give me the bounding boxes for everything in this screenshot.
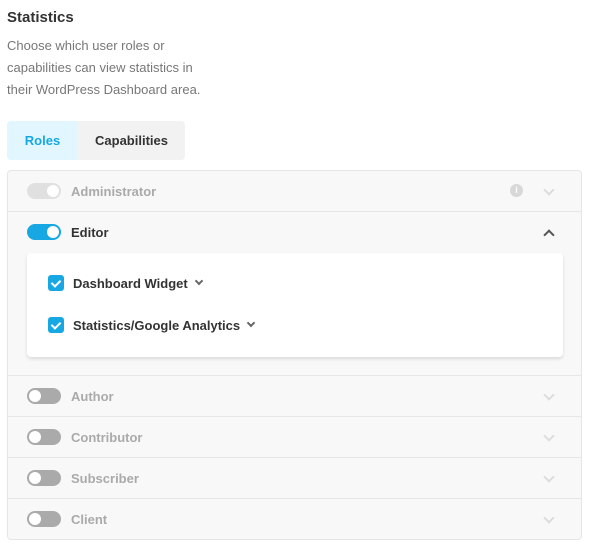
chevron-down-icon[interactable] (194, 276, 203, 286)
capability-label: Statistics/Google Analytics (73, 317, 241, 333)
capability-dashboard-widget[interactable]: Dashboard Widget (48, 275, 203, 291)
role-label: Subscriber (71, 471, 139, 486)
role-row-administrator[interactable]: Administrator i (8, 171, 581, 212)
editor-capabilities-box: Dashboard Widget Statistics/Google Analy… (27, 253, 563, 357)
author-toggle[interactable] (27, 388, 61, 404)
toggle-knob (29, 513, 41, 525)
contributor-toggle[interactable] (27, 429, 61, 445)
chevron-down-icon[interactable] (543, 512, 555, 524)
toggle-knob (29, 390, 41, 402)
role-row-client[interactable]: Client (8, 499, 581, 539)
role-row-subscriber[interactable]: Subscriber (8, 458, 581, 499)
subscriber-toggle[interactable] (27, 470, 61, 486)
chevron-down-icon[interactable] (543, 471, 555, 483)
tab-roles[interactable]: Roles (7, 121, 78, 160)
role-label: Client (71, 512, 108, 527)
chevron-down-icon[interactable] (246, 318, 256, 328)
role-label: Author (71, 389, 114, 404)
chevron-down-icon[interactable] (543, 389, 555, 401)
toggle-knob (47, 185, 59, 197)
role-row-contributor[interactable]: Contributor (8, 417, 581, 458)
tab-capabilities[interactable]: Capabilities (78, 121, 185, 160)
checkbox-dashboard-widget[interactable] (48, 275, 64, 291)
role-row-author[interactable]: Author (8, 376, 581, 417)
role-label: Administrator (71, 184, 157, 199)
checkbox-statistics-google-analytics[interactable] (48, 317, 64, 333)
chevron-down-icon[interactable] (543, 430, 555, 442)
capability-statistics-google-analytics[interactable]: Statistics/Google Analytics (48, 317, 256, 333)
toggle-knob (29, 431, 41, 443)
client-toggle[interactable] (27, 511, 61, 527)
capability-label: Dashboard Widget (73, 275, 188, 291)
editor-expanded-area: Dashboard Widget Statistics/Google Analy… (8, 212, 581, 376)
roles-panel: Administrator i Editor Dashboard Widget … (7, 170, 582, 540)
administrator-toggle[interactable] (27, 183, 61, 199)
toggle-knob (29, 472, 41, 484)
chevron-down-icon[interactable] (543, 184, 555, 196)
section-description: Choose which user roles or capabilities … (7, 38, 201, 97)
tab-bar: Roles Capabilities (7, 121, 185, 160)
role-label: Contributor (71, 430, 143, 445)
info-icon: i (510, 184, 523, 197)
section-title: Statistics (7, 9, 74, 26)
